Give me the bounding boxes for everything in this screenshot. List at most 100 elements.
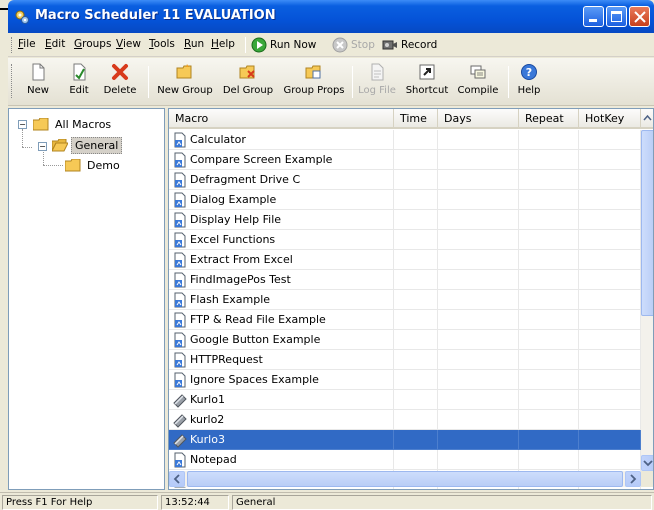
macro-file-icon [174, 172, 186, 187]
shortcut-button[interactable]: Shortcut [402, 60, 452, 104]
scroll-down-button[interactable] [641, 455, 653, 471]
macro-file-icon [174, 352, 186, 367]
table-row[interactable]: Display Help File [169, 210, 641, 230]
new-macro-button[interactable]: New [20, 60, 56, 104]
compile-binary-icon [470, 65, 486, 79]
cell-macro: Flash Example [169, 290, 394, 310]
table-row[interactable]: Compare Screen Example [169, 150, 641, 170]
menu-help[interactable]: Help [211, 38, 235, 50]
menu-groups[interactable]: Groups [74, 38, 111, 50]
record-button[interactable]: Record [382, 36, 437, 54]
menu-file[interactable]: File [18, 38, 36, 50]
stop-button[interactable]: Stop [332, 36, 375, 54]
help-button[interactable]: ? Help [514, 60, 544, 104]
tree-connector [43, 149, 44, 165]
macro-name: Notepad [190, 453, 237, 466]
column-header-macro[interactable]: Macro [169, 109, 394, 129]
cell-repeat [519, 130, 579, 150]
cell-repeat [519, 170, 579, 190]
new-group-button[interactable]: New Group [154, 60, 216, 104]
stop-icon [332, 37, 348, 53]
scroll-up-arrow-icon[interactable] [641, 109, 653, 129]
horizontal-scrollbar[interactable] [169, 471, 641, 487]
table-row[interactable]: HTTPRequest [169, 350, 641, 370]
cell-hotkey [579, 350, 641, 370]
menu-edit[interactable]: Edit [45, 38, 65, 50]
cell-hotkey [579, 310, 641, 330]
cell-days [438, 390, 519, 410]
macro-list[interactable]: Macro Time Days Repeat HotKey Calculator… [168, 108, 654, 490]
minimize-button[interactable] [583, 6, 604, 27]
table-row[interactable]: Google Button Example [169, 330, 641, 350]
status-help-text: Press F1 For Help [2, 495, 158, 510]
cell-repeat [519, 450, 579, 470]
cell-time [394, 270, 438, 290]
group-tree[interactable]: − All Macros − General Demo [8, 108, 165, 490]
tree-item-demo[interactable]: Demo [65, 156, 123, 174]
table-row[interactable]: Kurlo3 [169, 430, 641, 450]
log-file-button[interactable]: Log File [356, 60, 398, 104]
table-row[interactable]: Flash Example [169, 290, 641, 310]
tree-connector [22, 129, 23, 147]
column-header-days[interactable]: Days [438, 109, 519, 129]
collapse-all-macros-icon[interactable]: − [18, 120, 27, 129]
title-bar[interactable]: Macro Scheduler 11 EVALUATION [8, 0, 654, 33]
menu-view[interactable]: View [116, 38, 141, 50]
record-camera-icon [382, 40, 397, 50]
group-props-button[interactable]: Group Props [280, 60, 348, 104]
table-row[interactable]: Extract From Excel [169, 250, 641, 270]
edit-document-icon [73, 63, 86, 81]
cell-days [438, 430, 519, 450]
scroll-left-button[interactable] [169, 471, 185, 487]
compile-button[interactable]: Compile [456, 60, 500, 104]
table-row[interactable]: kurlo2 [169, 410, 641, 430]
table-row[interactable]: Kurlo1 [169, 390, 641, 410]
table-row[interactable]: Ignore Spaces Example [169, 370, 641, 390]
delete-folder-icon [239, 65, 255, 79]
cell-repeat [519, 250, 579, 270]
column-header-time[interactable]: Time [394, 109, 438, 129]
table-row[interactable]: Defragment Drive C [169, 170, 641, 190]
cell-days [438, 370, 519, 390]
vertical-scroll-thumb[interactable] [641, 130, 653, 316]
cell-hotkey [579, 430, 641, 450]
edit-macro-button[interactable]: Edit [62, 60, 96, 104]
tree-item-general[interactable]: General [52, 136, 123, 154]
tree-item-all-macros[interactable]: All Macros [33, 115, 114, 133]
menu-run[interactable]: Run [184, 38, 204, 50]
cell-time [394, 290, 438, 310]
macro-name: Extract From Excel [190, 253, 293, 266]
table-row[interactable]: Dialog Example [169, 190, 641, 210]
column-header-repeat[interactable]: Repeat [519, 109, 579, 129]
log-file-label: Log File [358, 85, 396, 96]
maximize-button[interactable] [606, 6, 627, 27]
table-row[interactable]: FTP & Read File Example [169, 310, 641, 330]
close-icon [634, 11, 646, 23]
compiled-macro-icon [173, 413, 187, 428]
menu-tools[interactable]: Tools [149, 38, 175, 50]
vertical-scrollbar[interactable] [641, 130, 653, 471]
macro-file-icon [174, 312, 186, 327]
macro-name: Google Button Example [190, 333, 321, 346]
table-row[interactable]: FindImagePos Test [169, 270, 641, 290]
delete-macro-button[interactable]: Delete [100, 60, 140, 104]
table-row[interactable]: Excel Functions [169, 230, 641, 250]
column-header-hotkey[interactable]: HotKey [579, 109, 641, 129]
cell-days [438, 230, 519, 250]
collapse-general-icon[interactable]: − [38, 142, 47, 151]
table-row[interactable]: Calculator [169, 130, 641, 150]
cell-days [438, 130, 519, 150]
cell-days [438, 190, 519, 210]
cell-repeat [519, 330, 579, 350]
table-row[interactable]: Notepad [169, 450, 641, 470]
tree-label-demo: Demo [87, 158, 120, 172]
close-button[interactable] [629, 6, 650, 27]
delete-group-button[interactable]: Del Group [220, 60, 276, 104]
scroll-right-button[interactable] [625, 471, 641, 487]
cell-hotkey [579, 170, 641, 190]
horizontal-scroll-thumb[interactable] [187, 471, 623, 487]
run-now-button[interactable]: Run Now [251, 36, 316, 54]
new-group-label: New Group [157, 85, 213, 96]
cell-repeat [519, 210, 579, 230]
macro-file-icon [174, 372, 186, 387]
